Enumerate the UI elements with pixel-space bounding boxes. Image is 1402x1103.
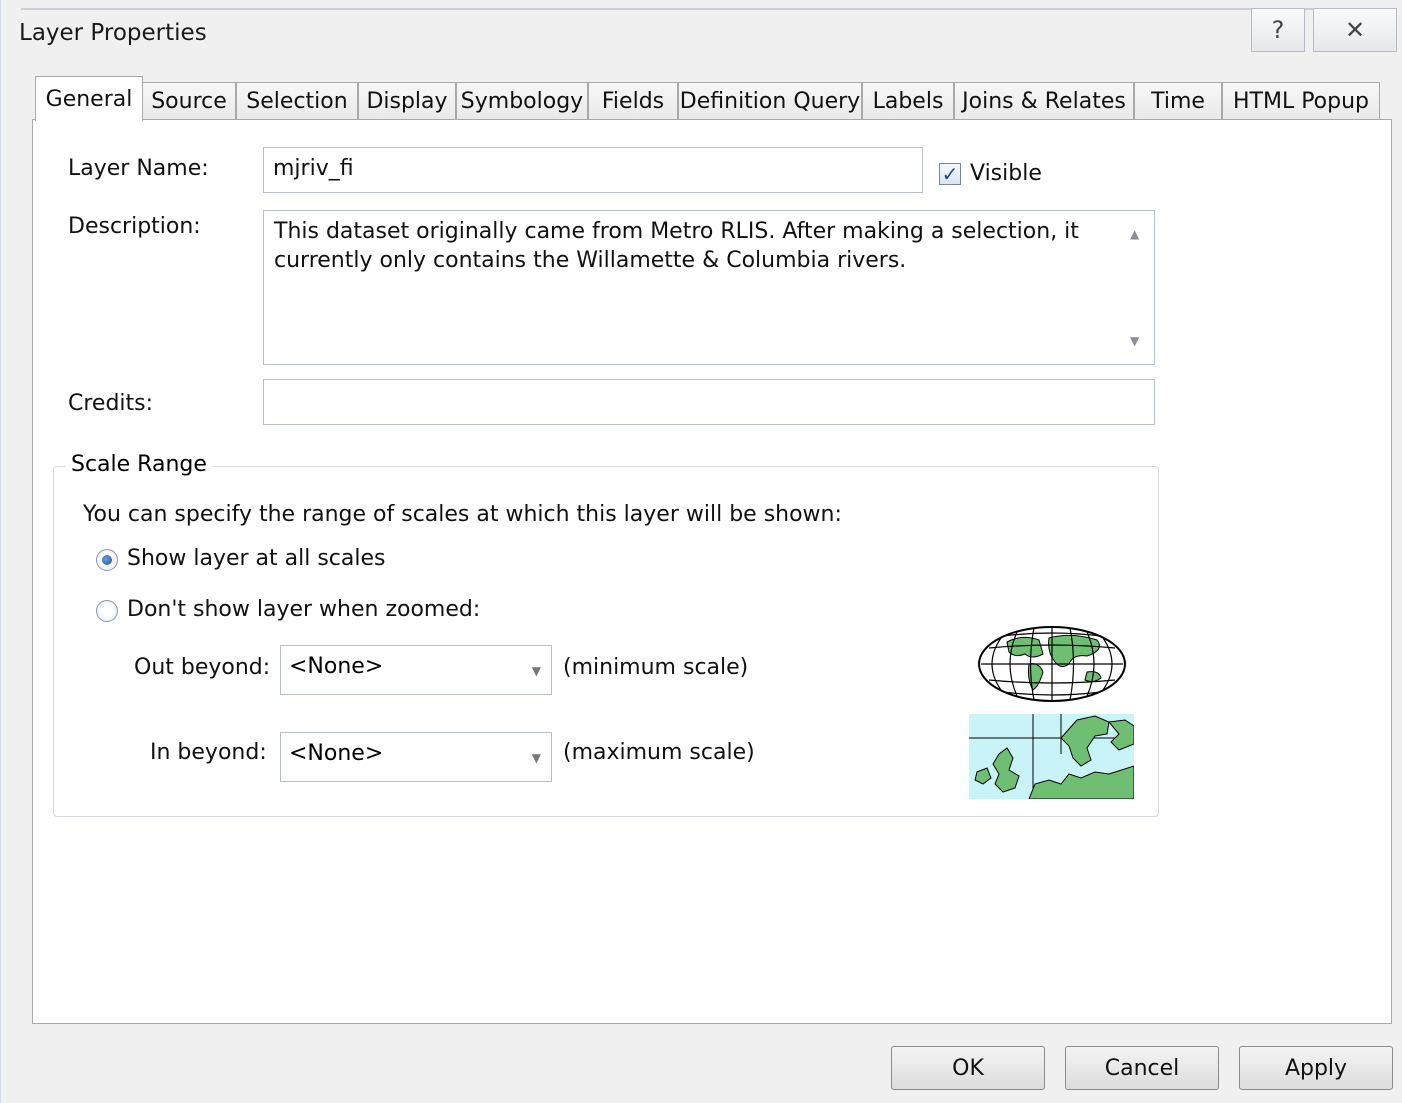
layer-name-input[interactable]: mjriv_fi [263, 147, 923, 193]
description-textarea[interactable]: This dataset originally came from Metro … [263, 210, 1155, 365]
tab-selection[interactable]: Selection [236, 82, 358, 120]
maximum-scale-hint: (maximum scale) [563, 740, 755, 765]
tab-symbology[interactable]: Symbology [456, 82, 588, 120]
scroll-down-icon[interactable]: ▼ [1130, 334, 1139, 348]
dialog-title: Layer Properties [19, 20, 207, 46]
apply-button[interactable]: Apply [1239, 1046, 1393, 1090]
cancel-button[interactable]: Cancel [1065, 1046, 1219, 1090]
tab-source[interactable]: Source [142, 82, 236, 120]
tab-fields[interactable]: Fields [588, 82, 678, 120]
world-globe-icon [978, 626, 1126, 702]
close-icon: ✕ [1344, 16, 1366, 44]
in-beyond-combobox[interactable]: <None> ▼ [280, 732, 552, 782]
europe-map-icon [969, 714, 1134, 799]
layer-name-label: Layer Name: [68, 156, 209, 181]
scale-range-intro: You can specify the range of scales at w… [83, 502, 842, 527]
layer-properties-dialog: Layer Properties ? ✕ General Source Sele… [0, 0, 1402, 1103]
checkmark-icon: ✓ [941, 162, 959, 186]
scroll-up-icon[interactable]: ▲ [1130, 227, 1139, 241]
minimum-scale-hint: (minimum scale) [563, 655, 749, 680]
credits-label: Credits: [68, 391, 154, 416]
tab-html-popup[interactable]: HTML Popup [1222, 82, 1380, 120]
layer-name-value: mjriv_fi [273, 156, 354, 181]
dont-show-zoomed-label[interactable]: Don't show layer when zoomed: [127, 597, 480, 622]
tab-time[interactable]: Time [1134, 82, 1222, 120]
tab-definition-query[interactable]: Definition Query [678, 82, 862, 120]
chevron-down-icon[interactable]: ▼ [532, 664, 541, 678]
in-beyond-value: <None> [289, 741, 384, 766]
tab-labels[interactable]: Labels [862, 82, 954, 120]
credits-input[interactable] [263, 379, 1155, 425]
visible-label: Visible [970, 161, 1042, 186]
window-top-border [21, 8, 1351, 10]
description-scrollbar[interactable]: ▲ ▼ [1120, 211, 1154, 364]
help-button[interactable]: ? [1251, 8, 1305, 52]
out-beyond-combobox[interactable]: <None> ▼ [280, 645, 552, 695]
description-label: Description: [68, 214, 201, 239]
radio-dont-show-zoomed[interactable] [96, 600, 118, 622]
out-beyond-label: Out beyond: [134, 655, 271, 680]
show-all-scales-label[interactable]: Show layer at all scales [127, 546, 386, 571]
scale-range-title: Scale Range [65, 452, 213, 477]
tab-general[interactable]: General [35, 76, 143, 121]
close-button[interactable]: ✕ [1313, 8, 1397, 52]
visible-checkbox[interactable]: ✓ [939, 163, 961, 185]
help-icon: ? [1271, 16, 1285, 44]
description-value: This dataset originally came from Metro … [274, 219, 1079, 273]
out-beyond-value: <None> [289, 654, 384, 679]
chevron-down-icon[interactable]: ▼ [532, 751, 541, 765]
radio-show-all-scales[interactable] [96, 549, 118, 571]
ok-button[interactable]: OK [891, 1046, 1045, 1090]
tab-joins-relates[interactable]: Joins & Relates [954, 82, 1134, 120]
tab-display[interactable]: Display [358, 82, 456, 120]
in-beyond-label: In beyond: [150, 740, 267, 765]
